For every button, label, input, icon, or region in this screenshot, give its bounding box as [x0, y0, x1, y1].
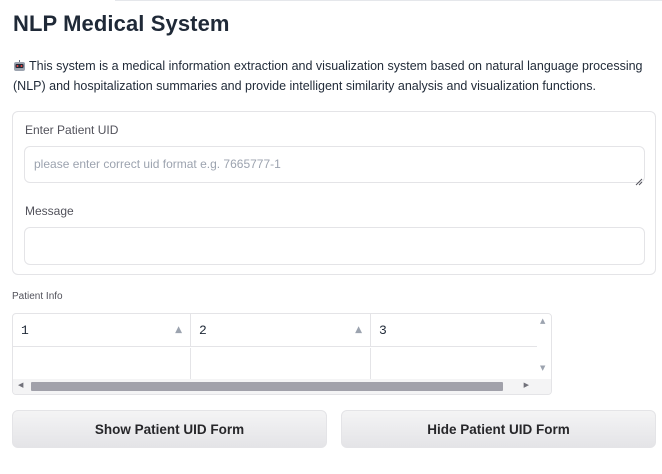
message-field[interactable]	[24, 227, 645, 265]
patient-uid-form: Enter Patient UID Message	[12, 111, 656, 275]
table-cell[interactable]	[191, 348, 371, 379]
table-cell[interactable]	[13, 348, 191, 379]
table-cell[interactable]	[371, 348, 539, 379]
scroll-down-icon[interactable]: ▼	[540, 364, 545, 372]
horizontal-scrollbar[interactable]: ◀ ▶	[13, 379, 551, 394]
patient-info-label: Patient Info	[12, 291, 63, 302]
description: This system is a medical information ext…	[13, 56, 662, 96]
sort-up-icon[interactable]: ▲	[175, 325, 182, 335]
resize-handle-icon[interactable]	[635, 173, 643, 186]
column-header[interactable]: 3	[371, 314, 539, 347]
description-text: This system is a medical information ext…	[13, 59, 643, 93]
column-header-label: 2	[199, 323, 207, 338]
uid-field-wrapper	[24, 146, 645, 186]
tab-divider	[115, 0, 662, 1]
sort-up-icon[interactable]: ▲	[355, 325, 362, 335]
message-label: Message	[25, 204, 74, 218]
scroll-up-icon[interactable]: ▲	[540, 317, 545, 325]
robot-icon	[13, 58, 26, 71]
column-header[interactable]: 1 ▲	[13, 314, 191, 347]
uid-input[interactable]	[24, 146, 645, 183]
app-page: NLP Medical System This system is a medi…	[0, 0, 662, 474]
vertical-scrollbar[interactable]: ▲ ▼	[537, 314, 551, 380]
table-header: 1 ▲ 2 ▲ 3	[13, 314, 539, 347]
patient-info-table: 1 ▲ 2 ▲ 3 ▲ ▼ ◀ ▶	[12, 313, 552, 395]
scrollbar-thumb[interactable]	[31, 382, 503, 391]
uid-label: Enter Patient UID	[25, 123, 119, 137]
page-title: NLP Medical System	[13, 11, 230, 36]
column-header-label: 3	[379, 323, 387, 338]
column-header-label: 1	[21, 323, 29, 338]
hide-uid-form-button[interactable]: Hide Patient UID Form	[341, 410, 656, 448]
scroll-left-icon[interactable]: ◀	[18, 381, 23, 389]
scroll-right-icon[interactable]: ▶	[524, 381, 529, 389]
column-header[interactable]: 2 ▲	[191, 314, 371, 347]
show-uid-form-button[interactable]: Show Patient UID Form	[12, 410, 327, 448]
